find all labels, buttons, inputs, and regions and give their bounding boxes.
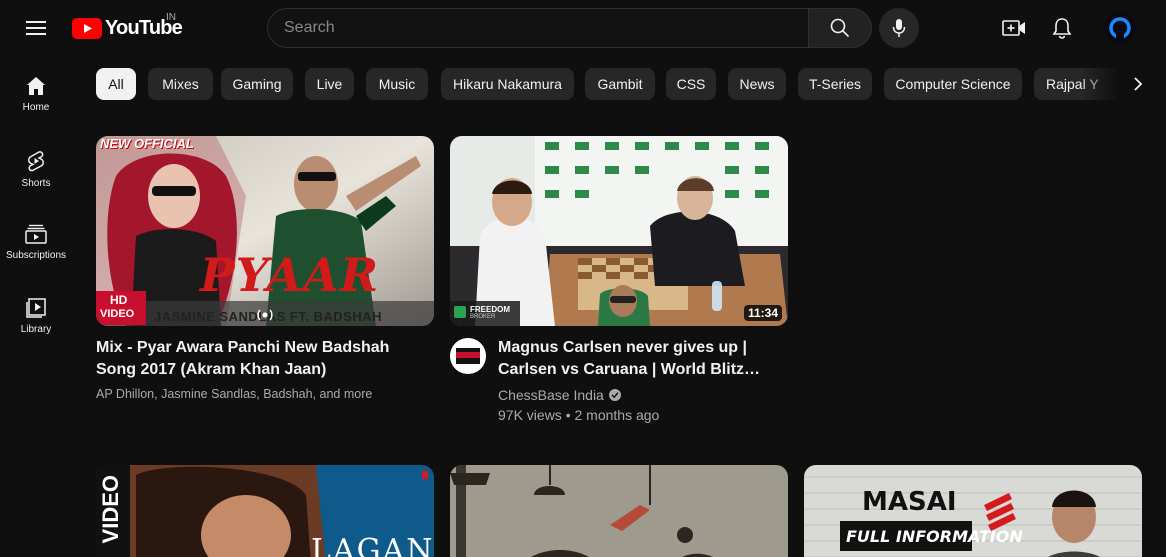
sidebar-item-label: Library	[20, 324, 52, 335]
chip-all[interactable]: All	[96, 68, 136, 100]
chessbase-logo-icon	[450, 338, 486, 374]
thumb-title-text: LAGAN	[311, 533, 434, 557]
voice-search-button[interactable]	[879, 8, 919, 48]
channel-name-row[interactable]: ChessBase India	[498, 387, 621, 403]
thumb-brand-sub: BROKER	[470, 314, 496, 320]
thumb-title-text: MASAI	[862, 487, 957, 517]
chip-live[interactable]: Live	[305, 68, 354, 100]
create-video-icon	[1002, 20, 1025, 36]
guide-menu-button[interactable]	[16, 8, 56, 48]
chevron-right-icon	[1134, 77, 1143, 91]
channel-avatar[interactable]	[450, 338, 486, 374]
chip-mixes[interactable]: Mixes	[148, 68, 213, 100]
chip-hikaru-nakamura[interactable]: Hikaru Nakamura	[441, 68, 574, 100]
home-icon	[27, 77, 45, 95]
video-thumbnail-2[interactable]: FREEDOM BROKER 11:34	[450, 136, 788, 326]
search-button[interactable]	[808, 8, 872, 48]
bell-icon	[1052, 18, 1072, 39]
video-title-2[interactable]: Magnus Carlsen never gives up | Carlsen …	[498, 337, 788, 381]
thumbnail-image	[450, 465, 788, 557]
library-icon	[26, 298, 46, 318]
youtube-play-icon	[72, 17, 102, 39]
account-avatar[interactable]	[1104, 12, 1136, 44]
search-icon	[830, 18, 850, 38]
avatar-icon	[1109, 17, 1131, 39]
channel-name[interactable]: ChessBase India	[498, 387, 604, 403]
video-stats: 97K views • 2 months ago	[498, 407, 660, 423]
thumb-side-text: VIDEO	[98, 475, 123, 544]
thumb-subtitle-text: FULL INFORMATION	[846, 527, 1023, 546]
chip-news[interactable]: News	[728, 68, 786, 100]
chip-t-series[interactable]: T-Series	[798, 68, 872, 100]
sidebar-item-shorts[interactable]: Shorts	[4, 130, 68, 204]
verified-check-icon	[608, 389, 621, 401]
microphone-icon	[892, 19, 906, 37]
chip-fade	[1080, 66, 1120, 102]
freedom-logo-icon	[454, 306, 466, 318]
video-thumbnail-3[interactable]: VIDEO LAGAN	[96, 465, 434, 557]
video-title-1[interactable]: Mix - Pyar Awara Panchi New Badshah Song…	[96, 337, 434, 381]
thumb-hd-badge: HD VIDEO	[96, 291, 146, 325]
create-button[interactable]	[994, 8, 1034, 48]
chip-css[interactable]: CSS	[666, 68, 716, 100]
youtube-app: YouTube IN Search Home Shorts Subscripti…	[0, 0, 1166, 557]
sidebar-item-label: Shorts	[21, 178, 51, 189]
video-thumbnail-4[interactable]	[450, 465, 788, 557]
shorts-icon	[28, 151, 44, 172]
video-duration: 11:34	[743, 305, 782, 321]
chips-next-button[interactable]	[1118, 64, 1158, 104]
masthead: YouTube IN	[0, 0, 1166, 56]
country-code: IN	[166, 12, 176, 23]
sidebar-item-label: Home	[22, 102, 50, 113]
sidebar-item-subscriptions[interactable]: Subscriptions	[4, 204, 68, 278]
chip-bar: All Mixes Gaming Live Music Hikaru Nakam…	[96, 68, 1116, 100]
sidebar-item-label: Subscriptions	[5, 250, 67, 261]
video-thumbnail-5[interactable]: MASAI FULL INFORMATION	[804, 465, 1142, 557]
subscriptions-icon	[25, 224, 47, 244]
search-input[interactable]	[284, 19, 808, 37]
thumb-brand: FREEDOM	[470, 305, 510, 314]
mix-broadcast-icon	[257, 309, 273, 321]
thumb-top-text: NEW OFFICIAL	[100, 136, 194, 151]
thumbnail-image	[450, 136, 788, 326]
video-meta-1[interactable]: AP Dhillon, Jasmine Sandlas, Badshah, an…	[96, 387, 372, 401]
video-thumbnail-1[interactable]: NEW OFFICIAL PYAAR HD VIDEO JASMINE SAND…	[96, 136, 434, 326]
thumb-title-text: PYAAR	[200, 248, 380, 302]
chip-gaming[interactable]: Gaming	[221, 68, 293, 100]
search-box	[267, 8, 808, 48]
sidebar-item-library[interactable]: Library	[4, 278, 68, 352]
notifications-button[interactable]	[1042, 8, 1082, 48]
chip-music[interactable]: Music	[366, 68, 428, 100]
hamburger-icon	[26, 21, 46, 35]
chip-gambit[interactable]: Gambit	[585, 68, 655, 100]
sidebar-item-home[interactable]: Home	[4, 56, 68, 130]
chip-computer-science[interactable]: Computer Science	[884, 68, 1022, 100]
search-bar	[267, 8, 872, 48]
